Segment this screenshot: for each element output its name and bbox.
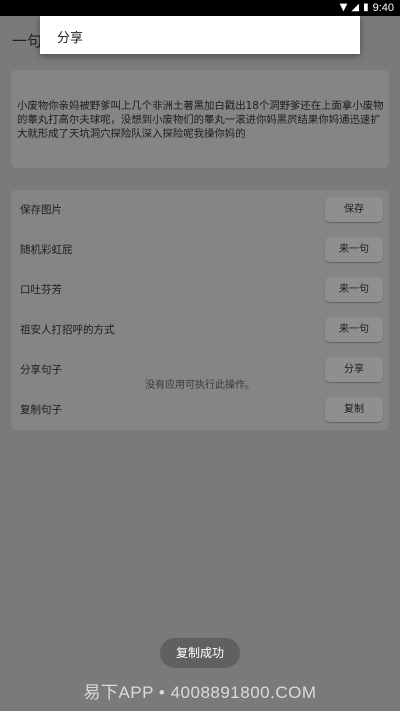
status-icons: ▼ ◢ ▮ 9:40 xyxy=(340,1,394,15)
random-compliment-button[interactable]: 来一句 xyxy=(325,237,383,262)
action-label: 祖安人打招呼的方式 xyxy=(20,324,115,336)
save-button[interactable]: 保存 xyxy=(325,197,383,222)
action-row-save-image: 保存图片 保存 xyxy=(11,190,389,230)
random-insult-button[interactable]: 来一句 xyxy=(325,277,383,302)
copy-button[interactable]: 复制 xyxy=(325,397,383,422)
action-label: 保存图片 xyxy=(20,204,62,216)
watermark: 易下APP • 4008891800.COM xyxy=(83,683,317,702)
status-time: 9:40 xyxy=(372,2,394,14)
actions-card: 保存图片 保存 随机彩虹屁 来一句 口吐芬芳 来一句 祖安人打招呼的方式 来一句… xyxy=(11,190,389,430)
quote-text: 小废物你亲妈被野爹叫上几个非洲土著黑加白戳出18个洞野爹还在上面拿小废物的睾丸打… xyxy=(17,100,384,140)
share-dialog-title: 分享 xyxy=(57,31,84,46)
app-title: 一句 xyxy=(12,32,43,50)
battery-icon: ▮ xyxy=(363,2,369,13)
signal-icon: ◢ xyxy=(351,2,360,13)
no-app-message: 没有应用可执行此操作。 xyxy=(145,380,255,391)
action-row-insult: 口吐芬芳 来一句 xyxy=(11,270,389,310)
random-greeting-button[interactable]: 来一句 xyxy=(325,317,383,342)
toast-message: 复制成功 xyxy=(160,638,240,668)
action-row-copy: 复制句子 复制 xyxy=(11,390,389,430)
status-bar: ▼ ◢ ▮ 9:40 xyxy=(0,0,400,16)
action-label: 复制句子 xyxy=(20,404,62,416)
action-row-rainbow-fart: 随机彩虹屁 来一句 xyxy=(11,230,389,270)
quote-card: 小废物你亲妈被野爹叫上几个非洲土著黑加白戳出18个洞野爹还在上面拿小废物的睾丸打… xyxy=(11,70,389,168)
wifi-icon: ▼ xyxy=(339,2,348,13)
action-label: 随机彩虹屁 xyxy=(20,244,73,256)
share-dialog: 分享 xyxy=(40,16,360,54)
action-label: 口吐芬芳 xyxy=(20,284,62,296)
action-label: 分享句子 xyxy=(20,364,62,376)
action-row-greeting: 祖安人打招呼的方式 来一句 xyxy=(11,310,389,350)
